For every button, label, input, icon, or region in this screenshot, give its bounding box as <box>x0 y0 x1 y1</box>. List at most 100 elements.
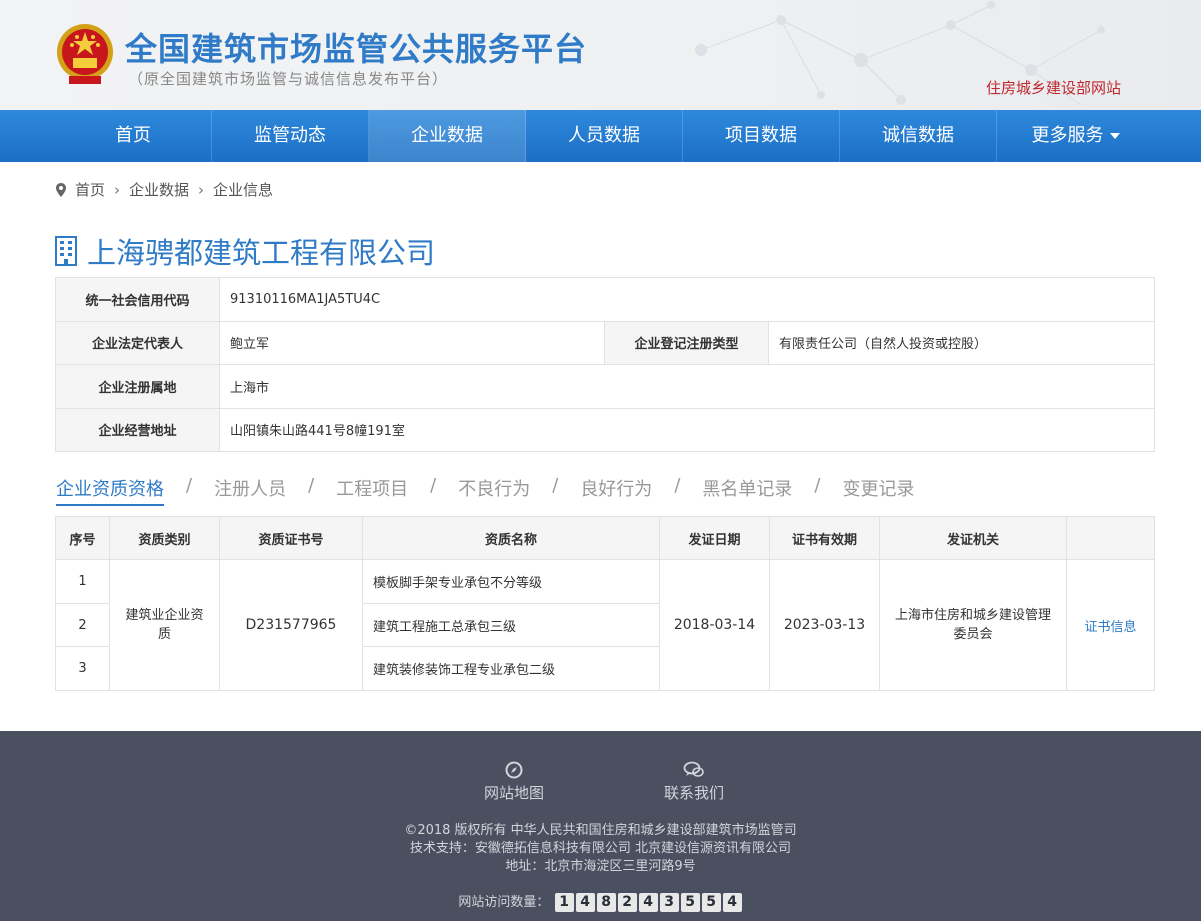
company-name: 上海骋都建筑工程有限公司 <box>87 236 436 270</box>
visit-digit: 3 <box>659 893 679 912</box>
visit-digit: 4 <box>638 893 658 912</box>
nav-item-personnel-data[interactable]: 人员数据 <box>526 110 683 162</box>
row-no: 2 <box>55 602 110 648</box>
visit-digit: 5 <box>680 893 700 912</box>
tab-separator: / <box>308 475 315 496</box>
visit-counter-label: 网站访问数量： <box>458 895 550 910</box>
footer-links: 网站地图 联系我们 <box>480 761 840 803</box>
breadcrumb-separator: › <box>198 180 205 199</box>
issue-date: 2018-03-14 <box>659 558 770 692</box>
ministry-link[interactable]: 住房城乡建设部网站 <box>986 77 1121 98</box>
col-header-issue-date: 发证日期 <box>659 516 770 560</box>
col-header-qual-name: 资质名称 <box>362 516 660 560</box>
col-header-category: 资质类别 <box>109 516 220 560</box>
tab-separator: / <box>430 475 437 496</box>
address-value: 山阳镇朱山路441号8幢191室 <box>219 407 1155 452</box>
info-row: 企业法定代表人 鲍立军 企业登记注册类型 有限责任公司（自然人投资或控股） <box>55 320 1155 365</box>
visit-digit: 5 <box>701 893 721 912</box>
caret-down-icon <box>1109 133 1120 139</box>
visit-digit: 4 <box>722 893 742 912</box>
national-emblem-icon <box>57 24 113 84</box>
row-no: 3 <box>55 646 110 692</box>
breadcrumb-separator: › <box>114 180 121 199</box>
qual-name: 建筑装修装饰工程专业承包二级 <box>362 646 660 692</box>
contact-label: 联系我们 <box>663 784 724 802</box>
site-header: 全国建筑市场监管公共服务平台 （原全国建筑市场监管与诚信信息发布平台） 住房城乡… <box>0 0 1201 110</box>
visit-digit: 1 <box>554 893 574 912</box>
visit-counter: 网站访问数量： 148243554 <box>0 891 1201 912</box>
location-pin-icon <box>56 182 66 197</box>
company-heading: 上海骋都建筑工程有限公司 <box>55 230 435 272</box>
contact-link[interactable]: 联系我们 <box>660 761 728 803</box>
credit-code-value: 91310116MA1JA5TU4C <box>219 277 1155 322</box>
tab-separator: / <box>186 475 193 496</box>
breadcrumb-enterprise-data[interactable]: 企业数据 <box>129 179 189 200</box>
visit-digit: 2 <box>617 893 637 912</box>
tab-projects[interactable]: 工程项目 <box>336 475 408 506</box>
visit-digit: 8 <box>596 893 616 912</box>
site-title: 全国建筑市场监管公共服务平台 <box>125 30 588 68</box>
nav-item-credit-data[interactable]: 诚信数据 <box>840 110 997 162</box>
site-footer: 网站地图 联系我们 ©2018 版权所有 中华人民共和国住房和城乡建设部建筑市场… <box>0 731 1201 921</box>
credit-code-label: 统一社会信用代码 <box>55 277 220 322</box>
info-row: 企业注册属地 上海市 <box>55 364 1155 409</box>
qualification-table: 序号 资质类别 资质证书号 资质名称 发证日期 证书有效期 发证机关 1 建筑业… <box>55 516 1155 692</box>
qual-name: 模板脚手架专业承包不分等级 <box>362 559 660 604</box>
nav-item-project-data[interactable]: 项目数据 <box>683 110 840 162</box>
action-cell: 证书信息 <box>1066 558 1155 692</box>
legal-rep-value: 鲍立军 <box>219 320 605 365</box>
sitemap-link[interactable]: 网站地图 <box>480 761 548 803</box>
cert-no: D231577965 <box>219 558 363 692</box>
legal-rep-label: 企业法定代表人 <box>55 320 220 365</box>
nav-item-more-services[interactable]: 更多服务 <box>997 110 1154 162</box>
info-row: 企业经营地址 山阳镇朱山路441号8幢191室 <box>55 407 1155 452</box>
breadcrumb-current: 企业信息 <box>213 181 274 199</box>
visit-digit: 4 <box>575 893 595 912</box>
reg-place-value: 上海市 <box>219 364 1155 409</box>
address-text: 地址：北京市海淀区三里河路9号 <box>505 859 696 874</box>
info-row: 统一社会信用代码 91310116MA1JA5TU4C <box>55 277 1155 322</box>
reg-place-label: 企业注册属地 <box>55 364 220 409</box>
tab-separator: / <box>552 475 559 496</box>
main-nav: 首页 监管动态 企业数据 人员数据 项目数据 诚信数据 更多服务 <box>0 110 1201 162</box>
breadcrumb-home[interactable]: 首页 <box>75 179 105 200</box>
nav-item-supervision-news[interactable]: 监管动态 <box>212 110 369 162</box>
sitemap-label: 网站地图 <box>483 784 544 802</box>
reg-type-value: 有限责任公司（自然人投资或控股） <box>768 320 1155 365</box>
qual-category: 建筑业企业资质 <box>109 558 220 692</box>
tech-support-text: 技术支持：安徽德拓信息科技有限公司 北京建设信源资讯有限公司 <box>409 841 792 856</box>
col-header-authority: 发证机关 <box>879 516 1067 560</box>
col-header-action <box>1066 516 1155 560</box>
footer-info: ©2018 版权所有 中华人民共和国住房和城乡建设部建筑市场监管司 技术支持：安… <box>0 822 1201 876</box>
tab-separator: / <box>814 475 821 496</box>
address-label: 企业经营地址 <box>55 407 220 452</box>
row-no: 1 <box>55 559 110 604</box>
tab-bad-conduct[interactable]: 不良行为 <box>458 475 530 506</box>
valid-until: 2023-03-13 <box>769 558 880 692</box>
table-row: 1 建筑业企业资质 D231577965 模板脚手架专业承包不分等级 2018-… <box>55 558 1155 692</box>
site-subtitle: （原全国建筑市场监管与诚信信息发布平台） <box>128 70 449 88</box>
chat-icon <box>683 761 704 777</box>
copyright-text: ©2018 版权所有 中华人民共和国住房和城乡建设部建筑市场监管司 <box>404 823 797 838</box>
tab-separator: / <box>674 475 681 496</box>
nav-item-home[interactable]: 首页 <box>55 110 212 162</box>
col-header-cert-no: 资质证书号 <box>219 516 363 560</box>
compass-icon <box>505 761 523 779</box>
detail-tabs: 企业资质资格 / 注册人员 / 工程项目 / 不良行为 / 良好行为 / 黑名单… <box>56 475 914 506</box>
reg-type-label: 企业登记注册类型 <box>604 320 769 365</box>
breadcrumb: 首页 › 企业数据 › 企业信息 <box>55 179 273 200</box>
tab-qualifications[interactable]: 企业资质资格 <box>56 475 164 506</box>
nav-more-label: 更多服务 <box>1031 125 1104 146</box>
tab-registered-staff[interactable]: 注册人员 <box>214 475 286 506</box>
col-header-valid-until: 证书有效期 <box>769 516 880 560</box>
company-info-table: 统一社会信用代码 91310116MA1JA5TU4C 企业法定代表人 鲍立军 … <box>55 277 1155 452</box>
nav-item-enterprise-data[interactable]: 企业数据 <box>369 110 526 162</box>
qual-name: 建筑工程施工总承包三级 <box>362 602 660 648</box>
tab-good-conduct[interactable]: 良好行为 <box>580 475 652 506</box>
tab-change-log[interactable]: 变更记录 <box>842 475 914 506</box>
building-icon <box>55 236 77 266</box>
tab-blacklist[interactable]: 黑名单记录 <box>702 475 792 506</box>
cert-info-link[interactable]: 证书信息 <box>1084 620 1136 635</box>
table-header-row: 序号 资质类别 资质证书号 资质名称 发证日期 证书有效期 发证机关 <box>55 516 1155 560</box>
col-header-no: 序号 <box>55 516 110 560</box>
